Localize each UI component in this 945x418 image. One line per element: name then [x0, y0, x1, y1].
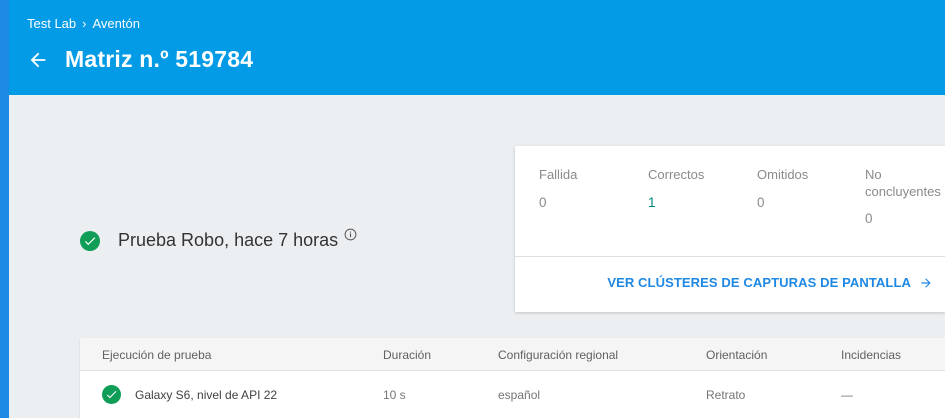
page-header: Test Lab › Aventón Matriz n.º 519784: [9, 0, 945, 95]
row-issues: —: [841, 388, 853, 402]
column-header-execution[interactable]: Ejecución de prueba: [102, 348, 211, 362]
breadcrumb-project[interactable]: Aventón: [93, 16, 140, 31]
table-header: Ejecución de prueba Duración Configuraci…: [80, 338, 945, 371]
stat-inconclusive: No concluyentes 0: [865, 166, 941, 227]
stat-skipped: Omitidos 0: [757, 166, 808, 211]
stat-skipped-label: Omitidos: [757, 167, 809, 182]
screenshot-clusters-link[interactable]: VER CLÚSTERES DE CAPTURAS DE PANTALLA: [607, 275, 933, 290]
stat-inconclusive-label-1: No: [865, 167, 882, 182]
column-header-orientation[interactable]: Orientación: [706, 348, 767, 362]
summary-card: Fallida 0 Correctos 1 Omitidos 0 No conc…: [515, 146, 945, 312]
stat-passed-value: 1: [648, 195, 656, 210]
stat-inconclusive-label-2: concluyentes: [865, 184, 941, 199]
column-header-locale[interactable]: Configuración regional: [498, 348, 618, 362]
stat-passed: Correctos 1: [648, 166, 704, 211]
passed-check-icon: [102, 385, 121, 404]
stat-skipped-value: 0: [757, 195, 765, 210]
left-edge-strip: [0, 0, 9, 418]
test-status: Prueba Robo, hace 7 horas: [80, 228, 357, 251]
table-row[interactable]: Galaxy S6, nivel de API 22 10 s español …: [80, 371, 945, 418]
stat-failed-label: Fallida: [539, 167, 578, 182]
row-locale: español: [498, 388, 541, 402]
page-title: Matriz n.º 519784: [65, 46, 254, 72]
arrow-right-icon: [921, 277, 931, 288]
breadcrumb-separator: ›: [82, 16, 87, 31]
stat-failed-value: 0: [539, 195, 547, 210]
row-duration: 10 s: [383, 388, 406, 402]
stat-passed-label: Correctos: [648, 167, 705, 182]
passed-check-icon: [80, 230, 100, 251]
info-icon[interactable]: [344, 228, 357, 241]
title-row: Matriz n.º 519784: [27, 46, 253, 73]
test-status-text: Prueba Robo, hace 7 horas: [118, 230, 339, 250]
back-arrow-icon[interactable]: [27, 49, 49, 71]
column-header-issues[interactable]: Incidencias: [841, 348, 901, 362]
stat-failed: Fallida 0: [539, 166, 577, 211]
card-divider: [515, 256, 945, 257]
breadcrumb: Test Lab › Aventón: [27, 16, 140, 31]
results-table: Ejecución de prueba Duración Configuraci…: [80, 338, 945, 418]
row-device[interactable]: Galaxy S6, nivel de API 22: [135, 388, 277, 402]
column-header-duration[interactable]: Duración: [383, 348, 431, 362]
screenshot-clusters-label: VER CLÚSTERES DE CAPTURAS DE PANTALLA: [607, 275, 911, 290]
breadcrumb-test-lab[interactable]: Test Lab: [27, 16, 76, 31]
row-orientation: Retrato: [706, 388, 746, 402]
stat-inconclusive-value: 0: [865, 211, 873, 226]
